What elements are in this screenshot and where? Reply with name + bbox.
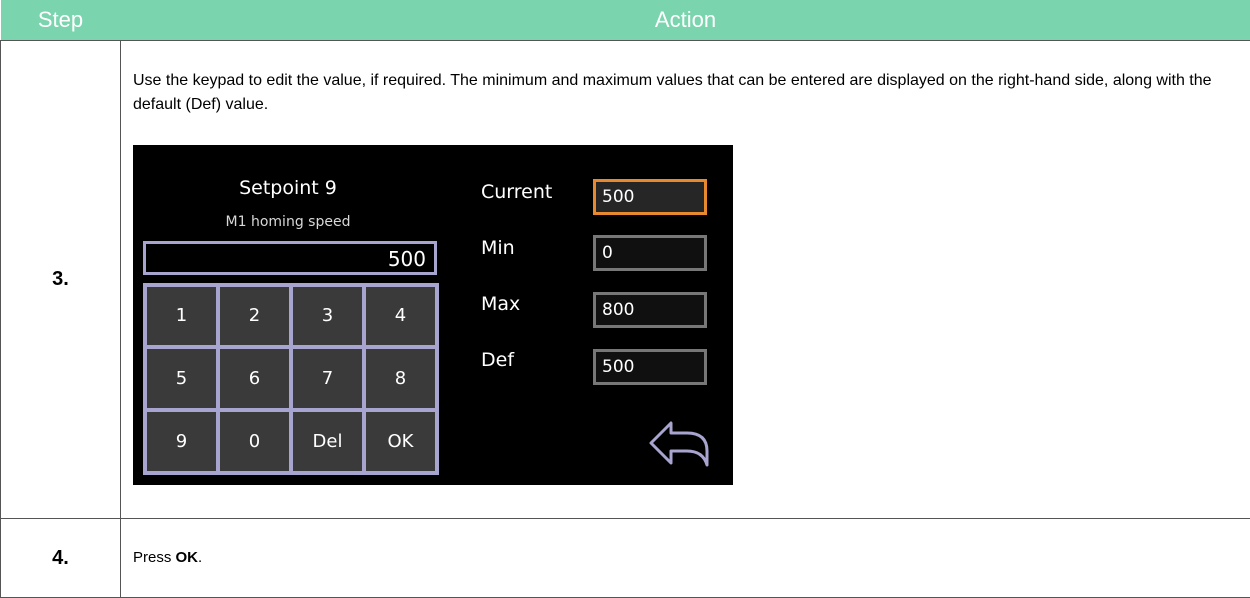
key-3[interactable]: 3 [293,287,362,346]
delete-key[interactable]: Del [293,412,362,471]
key-6[interactable]: 6 [220,349,289,408]
def-label: Def [481,349,514,371]
ok-key[interactable]: OK [366,412,435,471]
key-1[interactable]: 1 [147,287,216,346]
action-text: Use the keypad to edit the value, if req… [133,69,1213,117]
setpoint-title: Setpoint 9 [133,177,443,199]
max-value-field: 800 [593,292,707,328]
setpoint-subtitle: M1 homing speed [133,214,443,230]
action-cell: Press OK. [121,519,1250,598]
action-text-suffix: . [198,549,202,566]
key-9[interactable]: 9 [147,412,216,471]
min-label: Min [481,237,515,259]
key-8[interactable]: 8 [366,349,435,408]
def-value-field: 500 [593,349,707,385]
key-2[interactable]: 2 [220,287,289,346]
action-cell: Use the keypad to edit the value, if req… [121,41,1250,519]
action-text: Press OK. [133,546,1213,570]
current-value-field[interactable]: 500 [593,179,707,215]
action-text-prefix: Press [133,549,176,566]
key-4[interactable]: 4 [366,287,435,346]
entry-display[interactable]: 500 [143,241,437,275]
keypad: 1 2 3 4 5 6 7 8 9 0 Del OK [143,283,439,475]
table-row: 3. Use the keypad to edit the value, if … [1,41,1250,519]
ok-emphasis: OK [176,549,199,566]
device-screen: Setpoint 9 M1 homing speed 500 1 2 3 4 5… [133,145,733,485]
back-arrow-icon[interactable] [647,417,711,469]
table-row: 4. Press OK. [1,519,1250,598]
key-0[interactable]: 0 [220,412,289,471]
key-7[interactable]: 7 [293,349,362,408]
min-value-field: 0 [593,235,707,271]
step-number: 3. [1,41,121,519]
step-column-header: Step [1,0,121,41]
instruction-table: Step Action 3. Use the keypad to edit th… [0,0,1250,598]
current-label: Current [481,181,552,203]
max-label: Max [481,293,520,315]
action-column-header: Action [121,0,1250,41]
step-number: 4. [1,519,121,598]
key-5[interactable]: 5 [147,349,216,408]
